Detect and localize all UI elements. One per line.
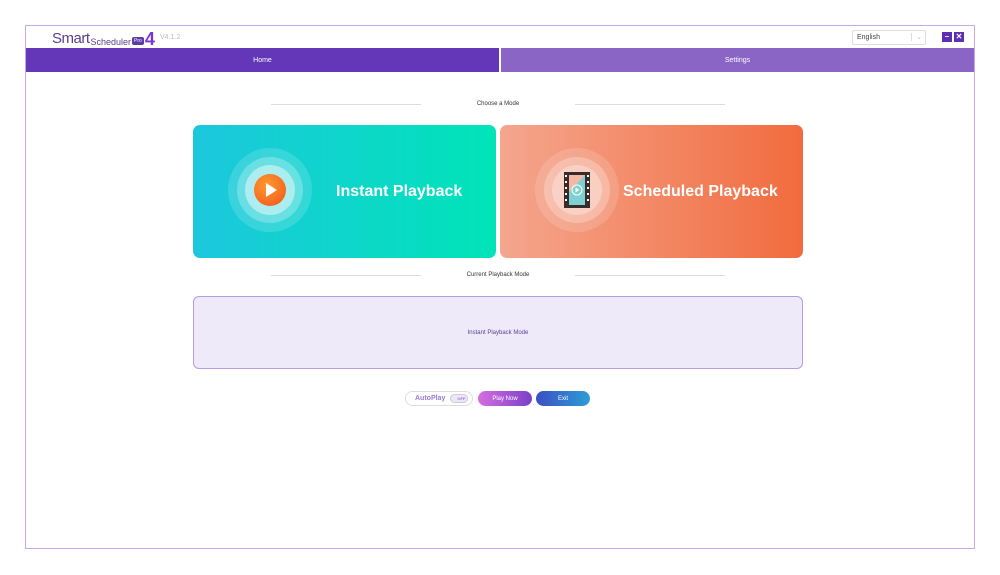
autoplay-label: AutoPlay [415,395,446,402]
language-select[interactable]: English ⌄ [852,30,926,45]
autoplay-toggle[interactable]: OFF [450,394,469,403]
minus-icon: – [944,32,950,41]
play-icon [254,174,286,206]
film-icon [564,172,590,208]
language-value: English [857,34,880,41]
tab-bar: Home Settings [26,48,974,72]
app-window: Smart Scheduler Pro 4 V4.1.2 English ⌄ – ✕ H… [25,25,975,549]
instant-playback-title: Instant Playback [336,182,463,200]
current-mode-display: Instant Playback Mode [193,296,803,369]
minimize-button[interactable]: – [942,32,952,42]
current-mode-value: Instant Playback Mode [467,329,529,336]
current-mode-label: Current Playback Mode [466,272,530,278]
version-label: V4.1.2 [160,34,181,41]
chevron-down-icon: ⌄ [911,33,922,41]
close-button[interactable]: ✕ [954,32,964,42]
choose-mode-divider: Choose a Mode [271,101,725,107]
exit-button[interactable]: Exit [536,391,590,406]
logo: Smart Scheduler Pro 4 [52,29,155,49]
scheduled-playback-title: Scheduled Playback [623,182,778,200]
tab-home[interactable]: Home [26,48,499,72]
autoplay-control: AutoPlay OFF [405,391,473,406]
choose-mode-label: Choose a Mode [476,101,520,107]
tab-settings[interactable]: Settings [501,48,974,72]
current-mode-divider: Current Playback Mode [271,272,725,278]
play-now-button[interactable]: Play Now [478,391,532,406]
instant-playback-card[interactable]: Instant Playback [193,125,496,258]
x-icon: ✕ [955,32,963,41]
scheduled-playback-card[interactable]: Scheduled Playback [500,125,803,258]
